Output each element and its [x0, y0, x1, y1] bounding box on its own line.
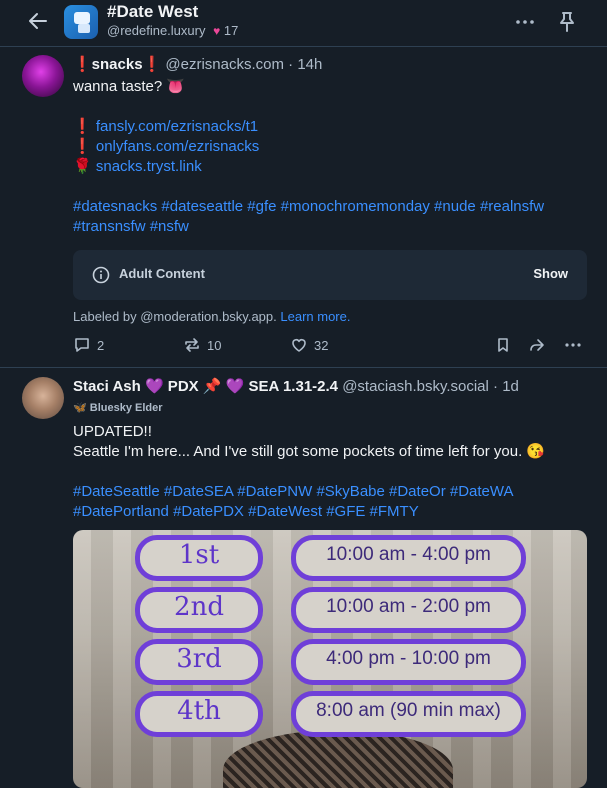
feed-title: #Date West [107, 2, 199, 21]
info-icon [92, 266, 110, 284]
badge-label: Bluesky Elder [89, 402, 163, 414]
like-count: 32 [314, 337, 329, 353]
post-actions: 2 10 32 [73, 336, 587, 358]
post-text: UPDATED!! [73, 423, 152, 440]
arrow-left-icon [29, 13, 47, 29]
pin-feed-button[interactable] [554, 10, 580, 34]
post-text: Seattle I'm here... And I've still got s… [73, 443, 546, 460]
bookmark-button[interactable] [494, 336, 512, 354]
schedule-day: 3rd [135, 639, 263, 685]
post-text: wanna taste? 👅 [73, 78, 186, 95]
repost-button[interactable]: 10 [183, 336, 221, 354]
schedule-time: 8:00 am (90 min max) [291, 691, 526, 737]
repost-count: 10 [207, 337, 222, 353]
link-line: 🌹 snacks.tryst.link [73, 158, 202, 175]
post-image[interactable]: 1st 10:00 am - 4:00 pm 2nd 10:00 am - 2:… [73, 530, 587, 788]
author-handle[interactable]: @staciash.bsky.social [342, 378, 489, 395]
feed-subtitle: @redefine.luxury ♥ 17 [107, 23, 238, 38]
verified-badge[interactable]: 🦋 Bluesky Elder [73, 401, 163, 414]
schedule-time: 10:00 am - 2:00 pm [291, 587, 526, 633]
author-display-name[interactable]: Staci Ash 💜 PDX 📌 💜 SEA 1.31-2.4 [73, 378, 338, 395]
post-link[interactable]: onlyfans.com/ezrisnacks [96, 138, 259, 155]
schedule-time: 10:00 am - 4:00 pm [291, 535, 526, 581]
learn-more-link[interactable]: Learn more. [280, 309, 350, 324]
post-link[interactable]: snacks.tryst.link [96, 158, 202, 175]
ellipsis-icon [565, 343, 581, 347]
content-warning-box[interactable]: Adult Content Show [73, 250, 587, 300]
post-card[interactable]: ❗snacks❗ @ezrisnacks.com · 14h wanna tas… [0, 47, 607, 368]
feed-avatar[interactable] [64, 5, 98, 39]
reply-button[interactable]: 2 [73, 336, 104, 354]
avatar[interactable] [22, 377, 64, 419]
ellipsis-icon [516, 20, 534, 24]
show-content-button[interactable]: Show [533, 266, 568, 281]
author-display-name[interactable]: ❗snacks❗ [73, 56, 161, 73]
schedule-time: 4:00 pm - 10:00 pm [291, 639, 526, 685]
post-author-line: ❗snacks❗ @ezrisnacks.com · 14h [73, 56, 323, 73]
share-button[interactable] [528, 336, 546, 354]
heart-icon: ♥ [213, 24, 221, 38]
post-author-line: Staci Ash 💜 PDX 📌 💜 SEA 1.31-2.4 @stacia… [73, 378, 519, 395]
reply-count: 2 [97, 337, 105, 353]
like-button[interactable]: 32 [290, 336, 328, 354]
feed-header: #Date West @redefine.luxury ♥ 17 [0, 0, 607, 47]
author-handle[interactable]: @ezrisnacks.com [165, 56, 284, 73]
labeler-note: Labeled by @moderation.bsky.app. Learn m… [73, 309, 351, 324]
post-timestamp[interactable]: 14h [297, 56, 322, 73]
hashtags[interactable]: #DatePortland #DatePDX #DateWest #GFE #F… [73, 502, 419, 522]
schedule-day: 1st [135, 535, 263, 581]
link-line: ❗ fansly.com/ezrisnacks/t1 [73, 118, 259, 135]
hashtags[interactable]: #DateSeattle #DateSEA #DatePNW #SkyBabe … [73, 482, 514, 502]
avatar[interactable] [22, 55, 64, 97]
butterfly-icon: 🦋 [73, 402, 87, 414]
feed-creator-handle[interactable]: @redefine.luxury [107, 23, 205, 38]
content-warning-label: Adult Content [119, 266, 205, 281]
schedule-day: 2nd [135, 587, 263, 633]
post-timestamp[interactable]: 1d [502, 378, 519, 395]
post-link[interactable]: fansly.com/ezrisnacks/t1 [96, 118, 258, 135]
heart-icon [292, 339, 306, 352]
link-line: ❗ onlyfans.com/ezrisnacks [73, 138, 260, 155]
more-options-button[interactable] [512, 10, 538, 34]
feed-like-count: 17 [223, 23, 239, 38]
comment-icon [75, 338, 89, 352]
hashtags[interactable]: #transnsfw #nsfw [73, 217, 189, 237]
post-more-button[interactable] [564, 336, 582, 354]
repost-icon [185, 338, 199, 352]
back-button[interactable] [24, 9, 52, 33]
pin-icon [560, 12, 574, 32]
bookmark-icon [498, 338, 508, 352]
share-icon [530, 339, 544, 351]
schedule-day: 4th [135, 691, 263, 737]
hashtags[interactable]: #datesnacks #dateseattle #gfe #monochrom… [73, 197, 544, 217]
